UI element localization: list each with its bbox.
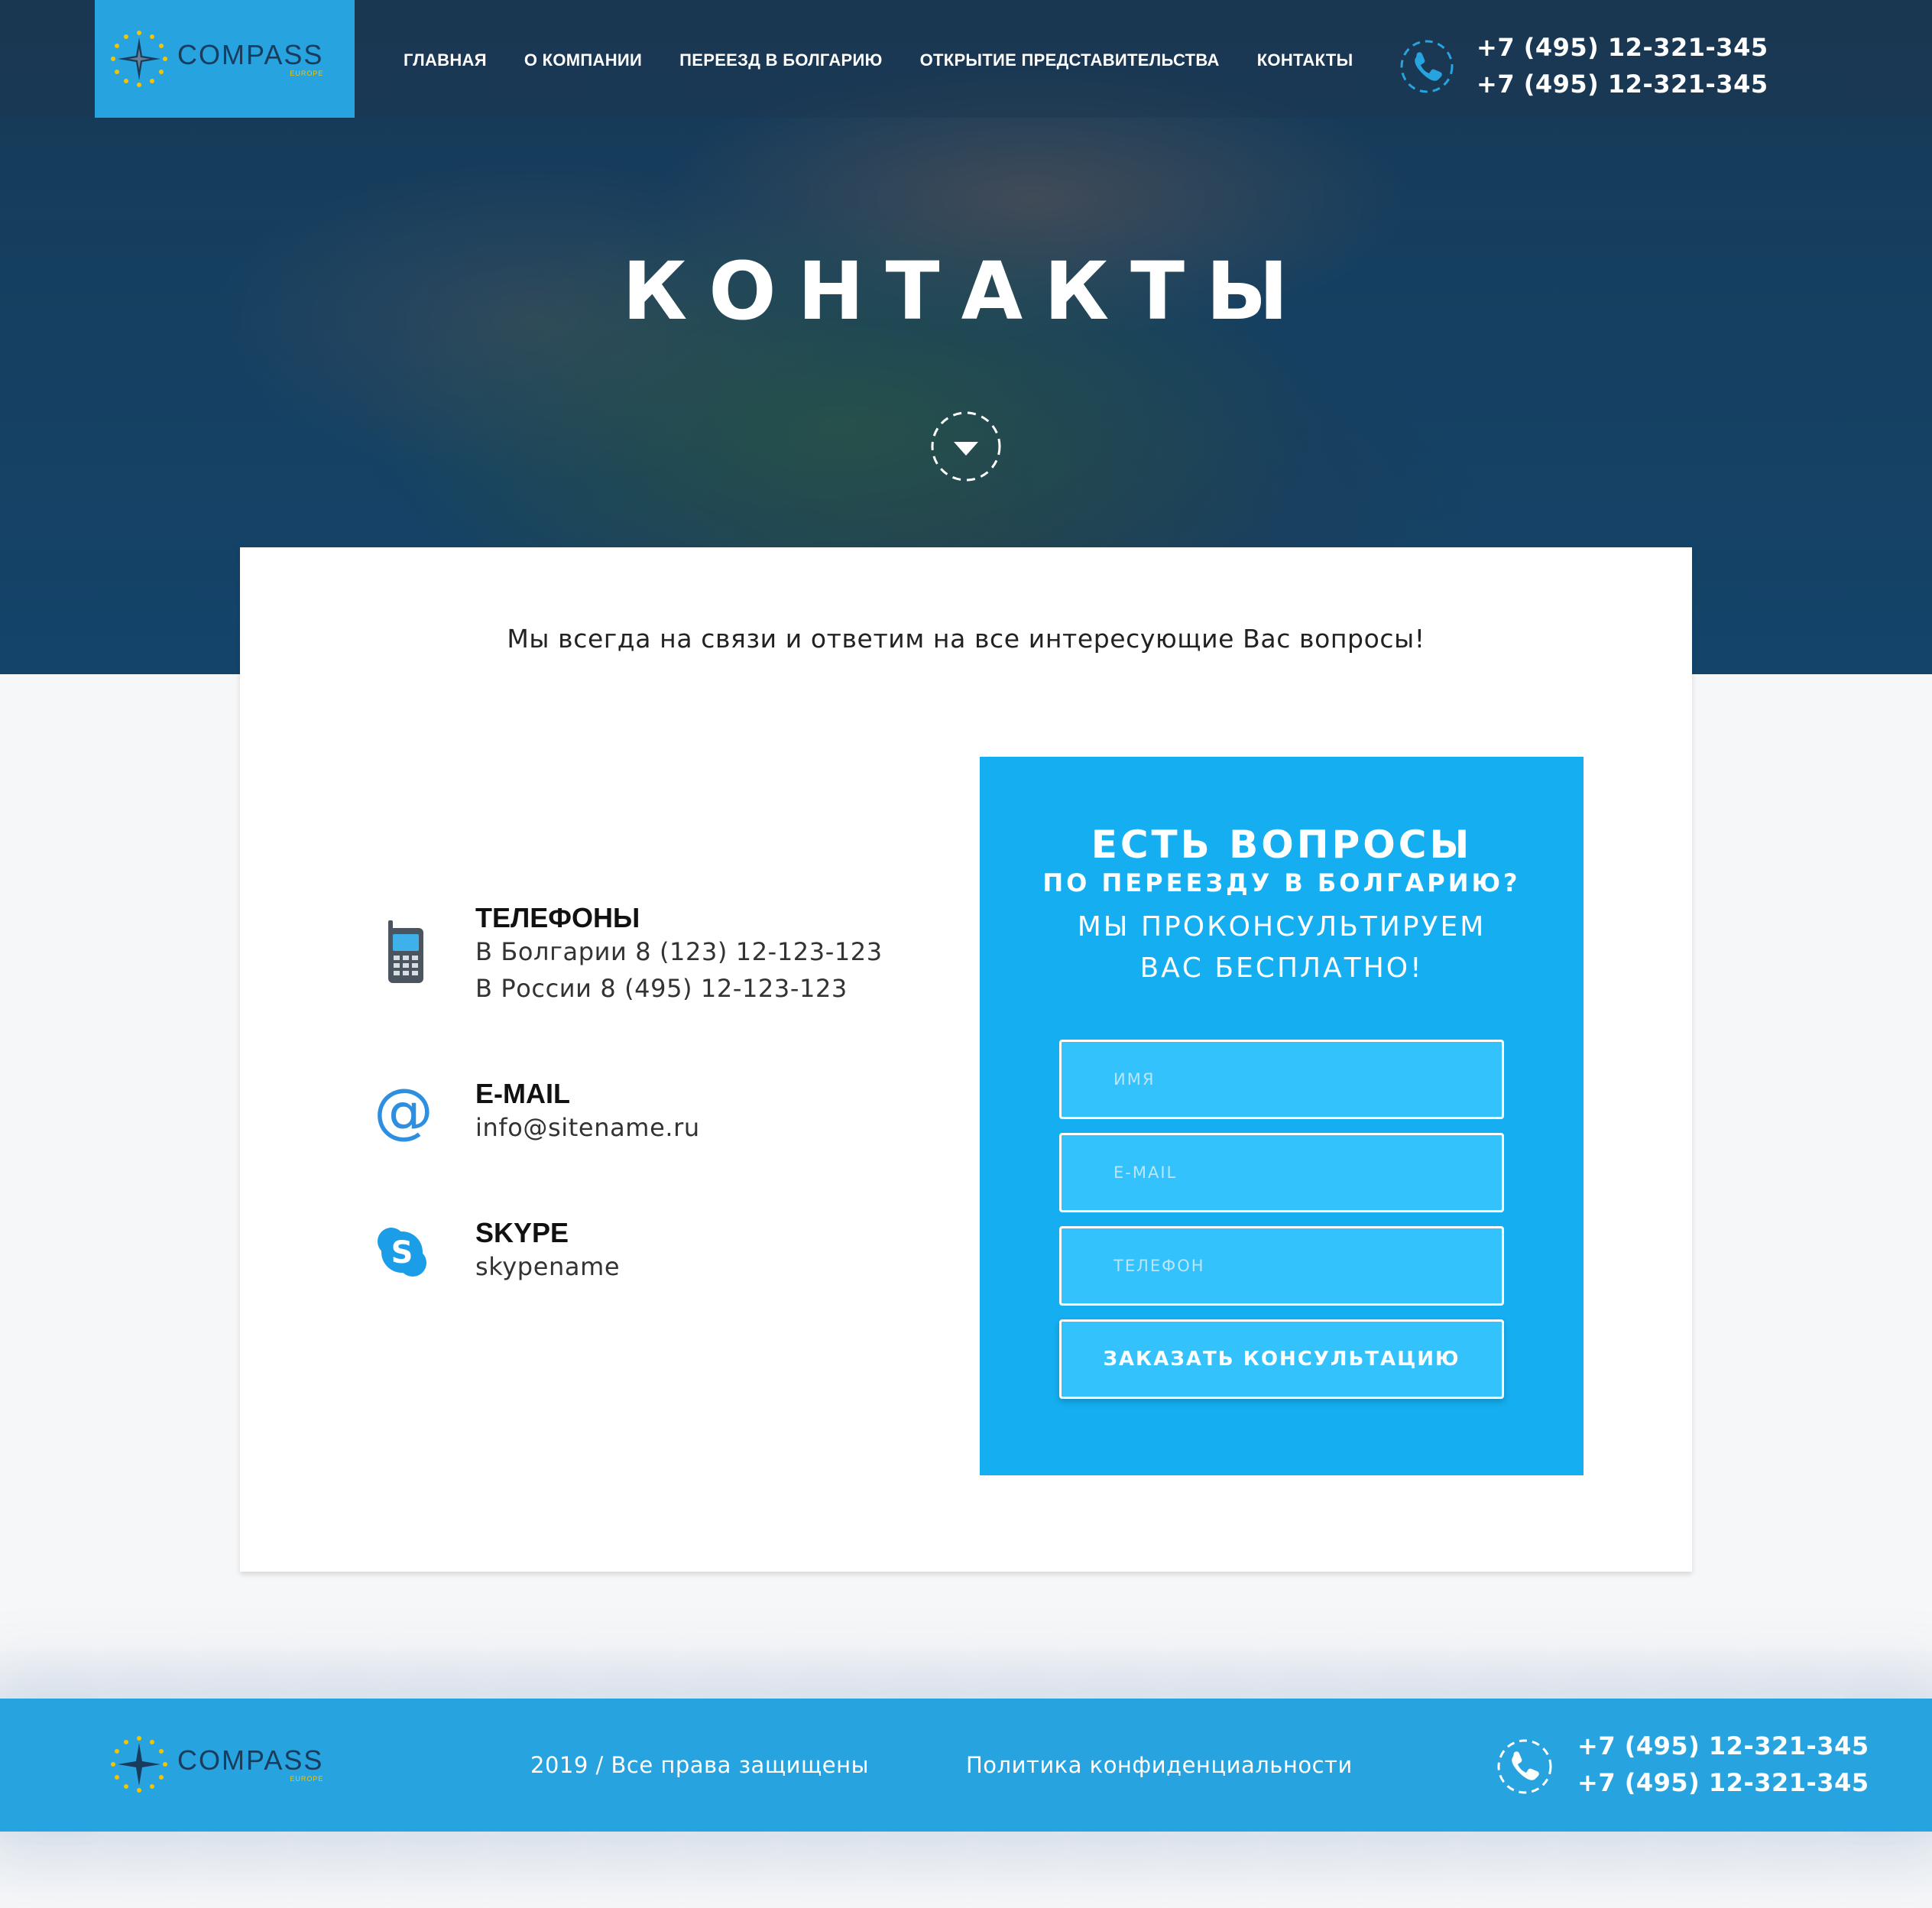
nav-link-office-opening[interactable]: ОТКРЫТИЕ ПРЕДСТАВИТЕЛЬСТВА xyxy=(920,50,1220,70)
form-subheading: ПО ПЕРЕЕЗДУ В БОЛГАРИЮ? xyxy=(1042,868,1521,897)
compass-logo-icon xyxy=(111,31,167,87)
footer-phone-2[interactable]: +7 (495) 12-321-345 xyxy=(1577,1764,1869,1801)
order-consultation-button[interactable]: ЗАКАЗАТЬ КОНСУЛЬТАЦИЮ xyxy=(1059,1319,1504,1399)
contact-phones-title: ТЕЛЕФОНЫ xyxy=(475,902,640,933)
header-phone-2[interactable]: +7 (495) 12-321-345 xyxy=(1477,66,1768,102)
contact-email-title: E-MAIL xyxy=(475,1078,570,1109)
contact-email-address[interactable]: info@sitename.ru xyxy=(475,1113,700,1142)
contact-phone-russia[interactable]: В России 8 (495) 12-123-123 xyxy=(475,974,848,1003)
contacts-card: Мы всегда на связи и ответим на все инте… xyxy=(240,547,1692,1572)
site-footer: COMPASS EUROPE 2019 / Все права защищены… xyxy=(0,1699,1932,1832)
phone-icon xyxy=(1497,1739,1552,1794)
site-header: COMPASS EUROPE ГЛАВНАЯ О КОМПАНИИ ПЕРЕЕЗ… xyxy=(0,0,1932,118)
page-title: КОНТАКТЫ xyxy=(622,245,1310,338)
copyright-text: 2019 / Все права защищены xyxy=(530,1752,869,1778)
at-sign-icon: @ xyxy=(374,1081,433,1142)
phone-icon xyxy=(1400,40,1454,93)
scroll-down-icon[interactable] xyxy=(929,410,1003,483)
nav-link-home[interactable]: ГЛАВНАЯ xyxy=(404,50,487,70)
footer-phones: +7 (495) 12-321-345 +7 (495) 12-321-345 xyxy=(1577,1728,1869,1801)
header-logo-box[interactable]: COMPASS EUROPE xyxy=(95,0,355,118)
email-field[interactable] xyxy=(1059,1133,1504,1212)
logo-name: COMPASS xyxy=(177,38,324,70)
nav-link-relocation[interactable]: ПЕРЕЕЗД В БОЛГАРИЮ xyxy=(679,50,882,70)
name-field[interactable] xyxy=(1059,1040,1504,1119)
phone-field[interactable] xyxy=(1059,1226,1504,1306)
form-offer-line-2: ВАС БЕСПЛАТНО! xyxy=(1139,952,1424,984)
form-offer: МЫ ПРОКОНСУЛЬТИРУЕМ ВАС БЕСПЛАТНО! xyxy=(980,907,1584,989)
header-logo[interactable]: COMPASS EUROPE xyxy=(109,28,323,89)
nav-link-contacts[interactable]: КОНТАКТЫ xyxy=(1257,50,1353,70)
svg-text:@: @ xyxy=(374,1081,433,1142)
privacy-policy-link[interactable]: Политика конфиденциальности xyxy=(966,1752,1353,1778)
skype-icon: S xyxy=(378,1228,426,1277)
contact-phone-bulgaria[interactable]: В Болгарии 8 (123) 12-123-123 xyxy=(475,937,883,966)
footer-logo-sub: EUROPE xyxy=(290,1774,324,1783)
logo-sub: EUROPE xyxy=(290,69,324,77)
header-phones: +7 (495) 12-321-345 +7 (495) 12-321-345 xyxy=(1477,29,1768,102)
footer-phone-1[interactable]: +7 (495) 12-321-345 xyxy=(1577,1728,1869,1764)
footer-logo-name: COMPASS xyxy=(177,1744,324,1776)
mobile-phone-icon xyxy=(388,920,423,983)
footer-logo[interactable]: COMPASS EUROPE xyxy=(109,1734,323,1795)
svg-text:S: S xyxy=(391,1235,413,1270)
form-offer-line-1: МЫ ПРОКОНСУЛЬТИРУЕМ xyxy=(1077,911,1486,943)
compass-logo-icon xyxy=(111,1736,167,1793)
nav-link-about[interactable]: О КОМПАНИИ xyxy=(524,50,642,70)
form-heading: ЕСТЬ ВОПРОСЫ xyxy=(1091,823,1473,867)
contact-skype-title: SKYPE xyxy=(475,1217,569,1248)
main-nav: ГЛАВНАЯ О КОМПАНИИ ПЕРЕЕЗД В БОЛГАРИЮ ОТ… xyxy=(404,50,1390,70)
contact-skype-name[interactable]: skypename xyxy=(475,1252,620,1281)
header-phone-1[interactable]: +7 (495) 12-321-345 xyxy=(1477,29,1768,66)
intro-text: Мы всегда на связи и ответим на все инте… xyxy=(507,624,1425,654)
consultation-form: ЕСТЬ ВОПРОСЫ ПО ПЕРЕЕЗДУ В БОЛГАРИЮ? МЫ … xyxy=(980,757,1584,1475)
